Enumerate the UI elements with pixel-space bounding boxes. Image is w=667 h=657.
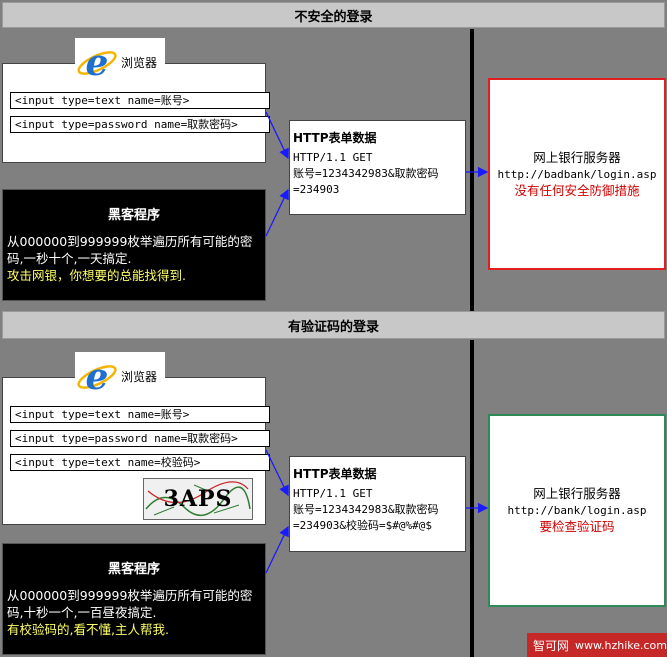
arrow-hacker-to-http-top [265, 188, 289, 237]
flow-arrows [265, 111, 489, 574]
watermark-url: www.hzhike.com [575, 638, 667, 652]
arrow-browser-to-http-bottom [265, 449, 289, 497]
site-watermark[interactable]: 智可网 www.hzhike.com [527, 633, 667, 657]
watermark-site-name: 智可网 [533, 638, 570, 653]
arrow-hacker-to-http-bottom [265, 525, 289, 574]
arrow-browser-to-http-top [265, 111, 289, 160]
